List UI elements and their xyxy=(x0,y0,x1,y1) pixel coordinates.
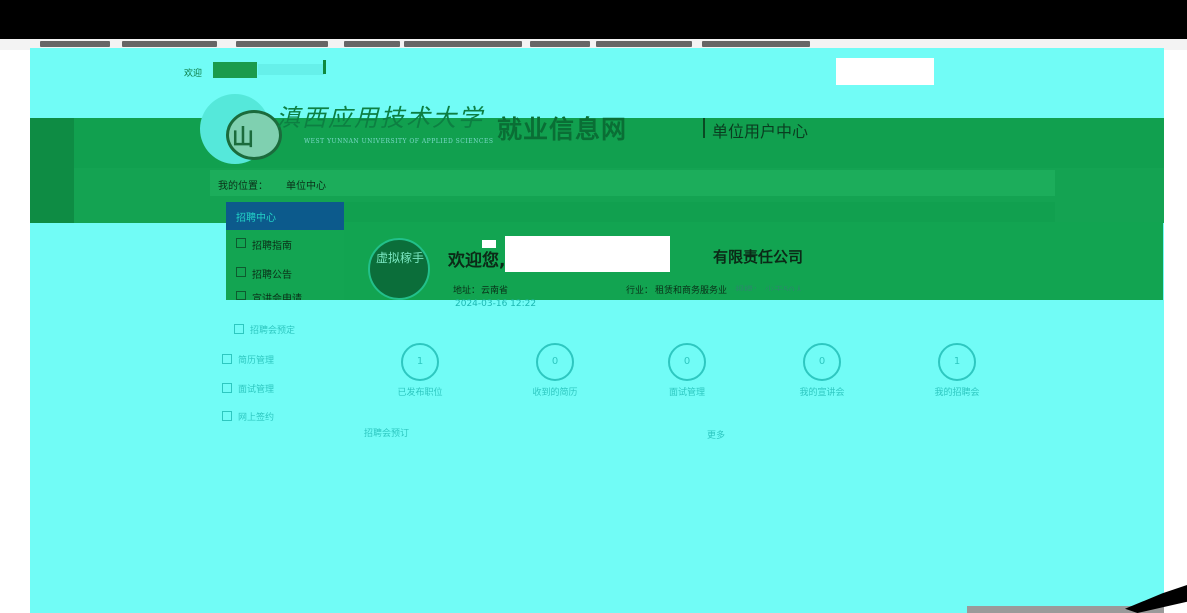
school-name-calligraphy: 滇西应用技术大学 xyxy=(276,104,484,132)
login-name-box xyxy=(258,64,324,75)
last-login-time: 2024-03-16 12:22 xyxy=(455,299,537,309)
size-label: 规模： xyxy=(735,286,763,291)
breadcrumb xyxy=(210,170,1055,196)
sidebar-head-label: 招聘中心 xyxy=(236,213,276,224)
industry-label: 行业： xyxy=(626,286,654,296)
bookmark-item[interactable] xyxy=(40,41,110,47)
sidebar-item-resume[interactable]: 简历管理 xyxy=(238,353,274,366)
redacted-box xyxy=(836,58,934,85)
company-name-redacted xyxy=(505,236,670,272)
document-icon xyxy=(222,383,232,393)
company-name-suffix: 有限责任公司 xyxy=(713,248,804,266)
welcome-title: 欢迎您, xyxy=(448,251,506,271)
stat-value-talks: 0 xyxy=(818,356,826,367)
welcome-prefix: 欢迎 xyxy=(184,69,203,79)
company-avatar-text: 虚拟稼手 xyxy=(376,251,425,265)
sidebar-item-interview[interactable]: 面试管理 xyxy=(238,382,274,395)
bookmark-item[interactable] xyxy=(404,41,522,47)
sidebar-item-fair-booking[interactable]: 招聘会预定 xyxy=(250,323,295,336)
document-icon xyxy=(236,238,246,248)
school-logo-seal-text: 山 xyxy=(232,125,255,151)
stat-value-fairs: 1 xyxy=(953,356,961,367)
bookmark-item[interactable] xyxy=(596,41,692,47)
bookmark-item[interactable] xyxy=(344,41,400,47)
sidebar-item-recruit-guide[interactable]: 招聘指南 xyxy=(252,237,292,252)
login-divider xyxy=(323,60,326,74)
content-header xyxy=(344,202,1055,222)
bookmark-item[interactable] xyxy=(122,41,217,47)
breadcrumb-label: 我的位置： xyxy=(218,181,268,192)
user-badge[interactable] xyxy=(213,62,257,78)
sidebar-item-talk-apply[interactable]: 宣讲会申请 xyxy=(252,290,302,300)
sidebar-item-sign[interactable]: 网上签约 xyxy=(238,410,274,423)
address-label: 地址： xyxy=(453,286,481,296)
redacted-box xyxy=(482,240,496,248)
stat-value-jobs: 1 xyxy=(416,356,424,367)
browser-title-bar xyxy=(0,0,1187,39)
user-center-title: 单位用户中心 xyxy=(712,122,809,141)
stat-label-fairs[interactable]: 我的招聘会 xyxy=(917,385,997,398)
stat-value-interviews: 0 xyxy=(683,356,691,367)
document-icon xyxy=(222,354,232,364)
more-link[interactable]: 更多 xyxy=(707,428,725,441)
stat-label-resumes[interactable]: 收到的简历 xyxy=(515,385,595,398)
size-value: 少于50人 xyxy=(765,286,804,291)
stat-label-talks[interactable]: 我的宣讲会 xyxy=(782,385,862,398)
document-icon xyxy=(236,291,246,300)
sidebar-item-recruit-notice[interactable]: 招聘公告 xyxy=(252,266,292,281)
header-separator xyxy=(703,118,705,138)
industry-value: 租赁和商务服务业 xyxy=(655,286,728,296)
stat-label-interviews[interactable]: 面试管理 xyxy=(647,385,727,398)
document-icon xyxy=(234,324,244,334)
document-icon xyxy=(222,411,232,421)
stat-label-jobs[interactable]: 已发布职位 xyxy=(380,385,460,398)
bookmark-item[interactable] xyxy=(236,41,328,47)
bookmark-item[interactable] xyxy=(530,41,590,47)
site-name: 就业信息网 xyxy=(497,115,628,144)
breadcrumb-current[interactable]: 单位中心 xyxy=(286,177,326,192)
address-value: 云南省 xyxy=(481,286,509,296)
stat-value-resumes: 0 xyxy=(551,356,559,367)
fair-booking-section-title: 招聘会预订 xyxy=(364,429,410,439)
header-band-edge xyxy=(30,118,74,223)
document-icon xyxy=(236,267,246,277)
bookmark-item[interactable] xyxy=(702,41,810,47)
school-name-english: WEST YUNNAN UNIVERSITY OF APPLIED SCIENC… xyxy=(304,138,494,145)
